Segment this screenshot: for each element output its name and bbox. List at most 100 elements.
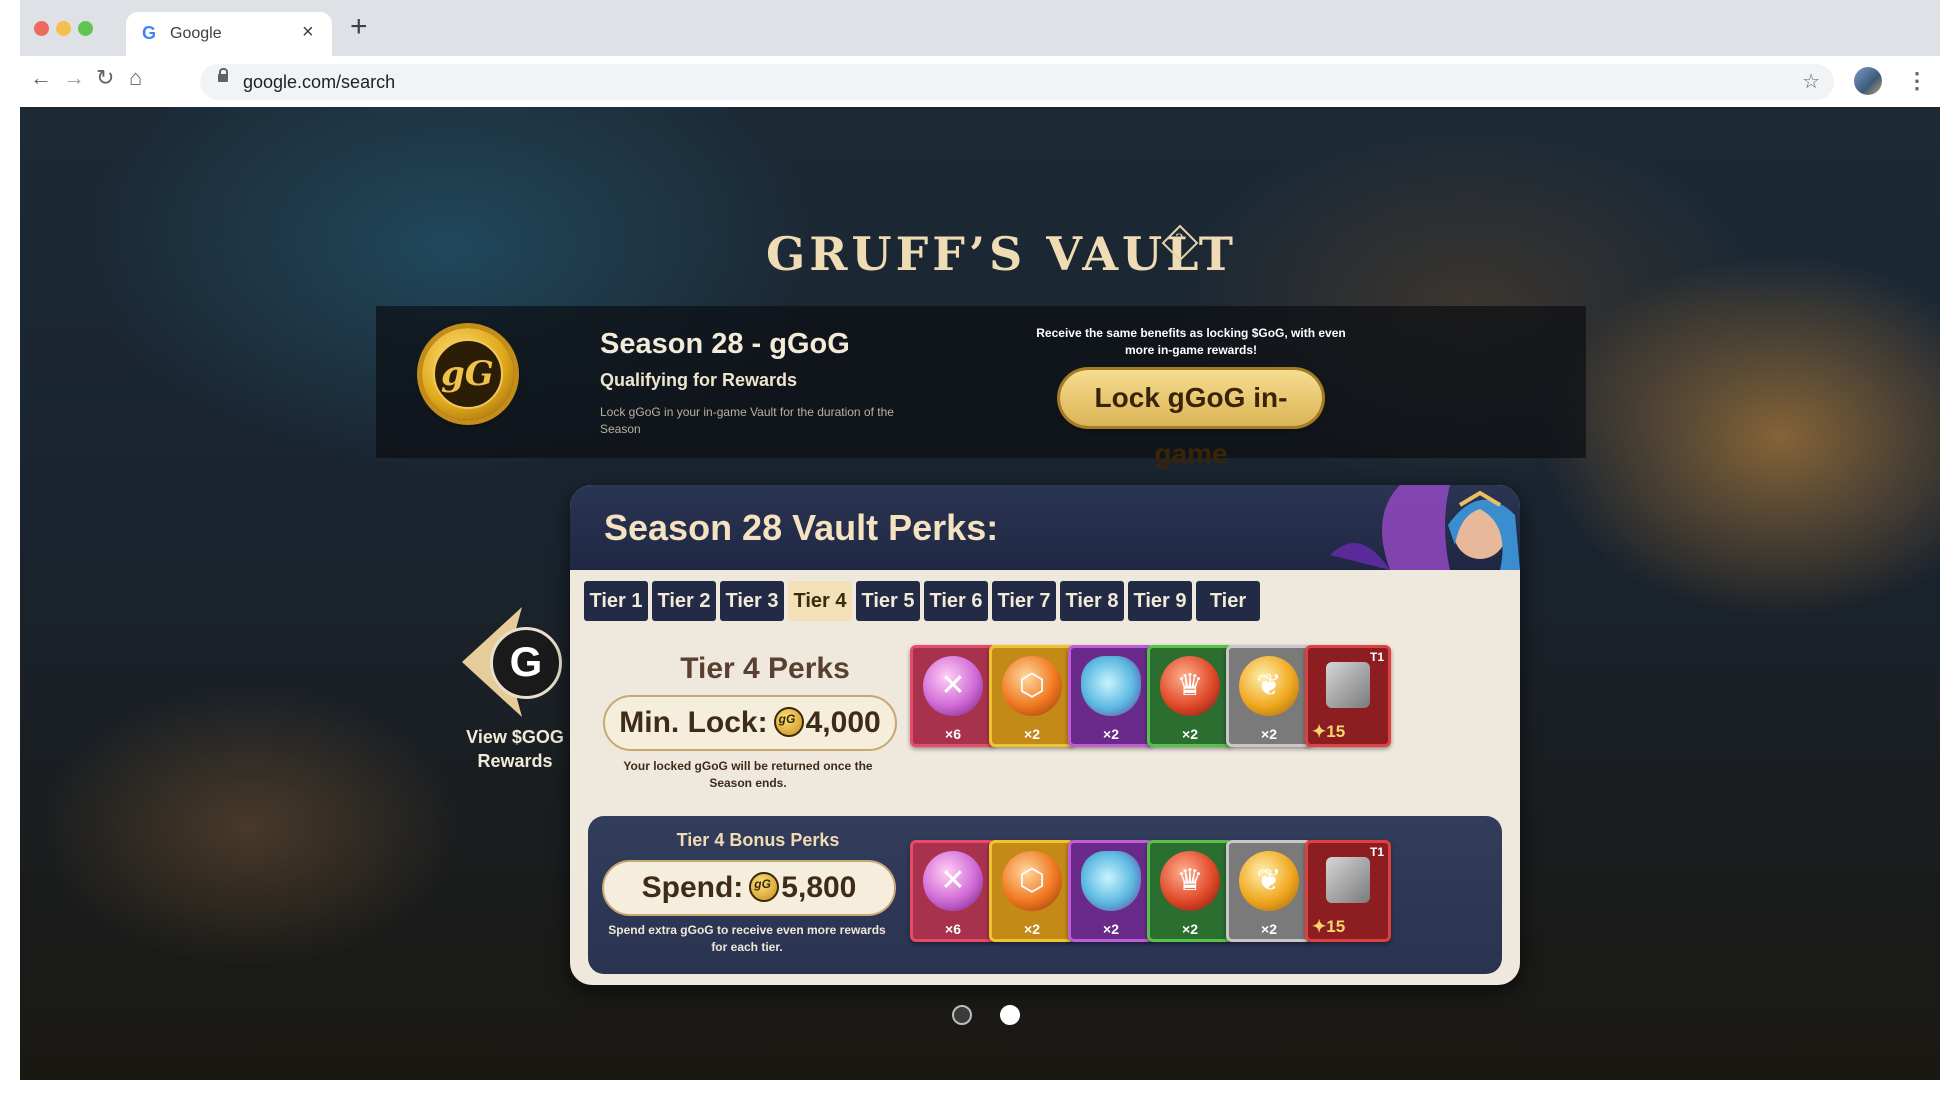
red-crown-orb-icon: ♛ [1160, 656, 1220, 716]
lock-icon [218, 68, 228, 82]
vault-perks-panel: Season 28 Vault Perks: Tier 1 Tier 2 Tier … [570, 485, 1520, 985]
tab-tier-8[interactable]: Tier 8 [1060, 581, 1124, 621]
spend-pill: Spend: 5,800 [602, 860, 896, 916]
reward-item[interactable]: T1 ✦15 [1305, 645, 1391, 747]
reward-count: ×6 [945, 726, 961, 742]
reward-item[interactable]: ❦ ×2 [1226, 645, 1312, 747]
reward-count: ×2 [1182, 726, 1198, 742]
war-axe-icon [1326, 662, 1370, 708]
gold-feather-orb-icon: ❦ [1239, 851, 1299, 911]
reward-item[interactable]: ⬡ ×2 [989, 645, 1075, 747]
orange-shield-orb-icon: ⬡ [1002, 656, 1062, 716]
tier-badge: T1 [1369, 650, 1384, 664]
min-lock-value: 4,000 [805, 706, 881, 739]
tab-tier-10[interactable]: Tier 10 [1196, 581, 1260, 652]
tab-bar: G Google × + [20, 0, 1940, 56]
reward-count: ✦15 [1312, 917, 1346, 936]
reward-item[interactable]: ⬡ ×2 [989, 840, 1075, 942]
reward-count: ×2 [1103, 921, 1119, 937]
new-tab-icon[interactable]: + [350, 12, 368, 42]
reward-item[interactable]: ✕ ×6 [910, 840, 996, 942]
browser-window: G Google × + ← → ↻ ⌂ google.com/search ☆… [20, 0, 1940, 1080]
lock-note: Your locked gGoG will be returned once t… [623, 759, 873, 790]
qualifying-label: Qualifying for Rewards [600, 370, 798, 390]
min-lock-label: Min. Lock: [619, 706, 768, 739]
pink-crossed-swords-orb-icon: ✕ [923, 656, 983, 716]
tier-tabs: Tier 1 Tier 2 Tier 3 Tier 4 Tier 5 Tier 6 Tier… [584, 581, 1504, 652]
tab-tier-9[interactable]: Tier 9 [1128, 581, 1192, 621]
view-rewards-label: View $GOG Rewards [466, 727, 564, 771]
maximize-window-dot[interactable] [78, 21, 93, 36]
reward-item[interactable]: ♛ ×2 [1147, 840, 1233, 942]
reward-count: ✦15 [1312, 722, 1346, 741]
tab-tier-1[interactable]: Tier 1 [584, 581, 648, 621]
close-window-dot[interactable] [34, 21, 49, 36]
tab-tier-4[interactable]: Tier 4 [788, 581, 852, 621]
page-title: GRUFF’S VAULT [766, 227, 1237, 281]
tab-title: Google [170, 25, 222, 42]
carousel-dot-2[interactable] [1000, 1005, 1020, 1025]
address-bar[interactable]: google.com/search ☆ [200, 64, 1834, 100]
more-menu-icon[interactable]: ⋮ [1906, 68, 1928, 94]
url-text: google.com/search [243, 72, 396, 92]
reward-count: ×6 [945, 921, 961, 937]
coin-label: gG [441, 354, 494, 394]
reward-count: ×2 [1261, 921, 1277, 937]
tab-tier-6[interactable]: Tier 6 [924, 581, 988, 621]
ggog-coin-icon: gG [422, 328, 514, 420]
minimize-window-dot[interactable] [56, 21, 71, 36]
spend-value: 5,800 [781, 871, 857, 904]
reward-count: ×2 [1261, 726, 1277, 742]
season-title: Season 28 - gGoG [600, 328, 850, 360]
browser-toolbar: ← → ↻ ⌂ google.com/search ☆ ⋮ [20, 56, 1940, 107]
war-axe-icon [1326, 857, 1370, 903]
tier-perks-title: Tier 4 Perks [680, 652, 850, 685]
spend-label: Spend: [641, 871, 744, 904]
reward-item[interactable]: T1 ✦15 [1305, 840, 1391, 942]
back-arrow-icon[interactable]: ← [30, 67, 52, 89]
home-icon[interactable]: ⌂ [129, 67, 142, 89]
orange-shield-orb-icon: ⬡ [1002, 851, 1062, 911]
red-crown-orb-icon: ♛ [1160, 851, 1220, 911]
google-g-icon: G [142, 23, 157, 43]
perks-panel-title: Season 28 Vault Perks: [604, 507, 999, 548]
gold-feather-orb-icon: ❦ [1239, 656, 1299, 716]
reward-item[interactable]: ×2 [1068, 645, 1154, 747]
blue-potion-icon [1081, 656, 1141, 716]
reward-item[interactable]: ×2 [1068, 840, 1154, 942]
season-banner: gG Season 28 - gGoG Qualifying for Rewar… [376, 306, 1586, 469]
browser-tab[interactable]: G Google × [126, 12, 332, 56]
close-tab-icon[interactable]: × [302, 21, 314, 44]
tab-tier-5[interactable]: Tier 5 [856, 581, 920, 621]
carousel-dot-1[interactable] [952, 1005, 972, 1025]
banner-description: Lock gGoG in your in-game Vault for the … [600, 405, 894, 436]
reward-count: ×2 [1024, 921, 1040, 937]
tab-tier-7[interactable]: Tier 7 [992, 581, 1056, 621]
bonus-perks-title: Tier 4 Bonus Perks [676, 830, 840, 850]
min-lock-pill: Min. Lock: 4,000 [603, 695, 897, 751]
profile-avatar[interactable] [1854, 67, 1882, 95]
ggog-coin-icon [773, 707, 804, 738]
reload-icon[interactable]: ↻ [96, 67, 114, 89]
perks-header: Season 28 Vault Perks: [570, 485, 1520, 570]
tab-tier-3[interactable]: Tier 3 [720, 581, 784, 621]
reward-item[interactable]: ❦ ×2 [1226, 840, 1312, 942]
game-page: GRUFF’S VAULT ? gG Season 28 - gGoG Qual… [20, 107, 1940, 1080]
blue-potion-icon [1081, 851, 1141, 911]
reward-item[interactable]: ✕ ×6 [910, 645, 996, 747]
ggog-coin-icon [749, 872, 780, 903]
forward-arrow-icon[interactable]: → [63, 67, 85, 89]
reward-item[interactable]: ♛ ×2 [1147, 645, 1233, 747]
view-gog-rewards-button[interactable]: G View $GOG Rewards [440, 607, 590, 771]
lock-ggog-button[interactable]: Lock gGoG in-game [1060, 370, 1322, 469]
fairy-character-art [1330, 485, 1520, 570]
bonus-perks-section: Tier 4 Bonus Perks Spend: 5,800 Spend ext… [588, 816, 1502, 974]
gog-logo-icon: G [490, 627, 562, 699]
reward-count: ×2 [1024, 726, 1040, 742]
reward-count: ×2 [1103, 726, 1119, 742]
bookmark-star-icon[interactable]: ☆ [1802, 69, 1820, 94]
pink-crossed-swords-orb-icon: ✕ [923, 851, 983, 911]
reward-count: ×2 [1182, 921, 1198, 937]
tab-tier-2[interactable]: Tier 2 [652, 581, 716, 621]
spend-note: Spend extra gGoG to receive even more re… [608, 923, 886, 954]
